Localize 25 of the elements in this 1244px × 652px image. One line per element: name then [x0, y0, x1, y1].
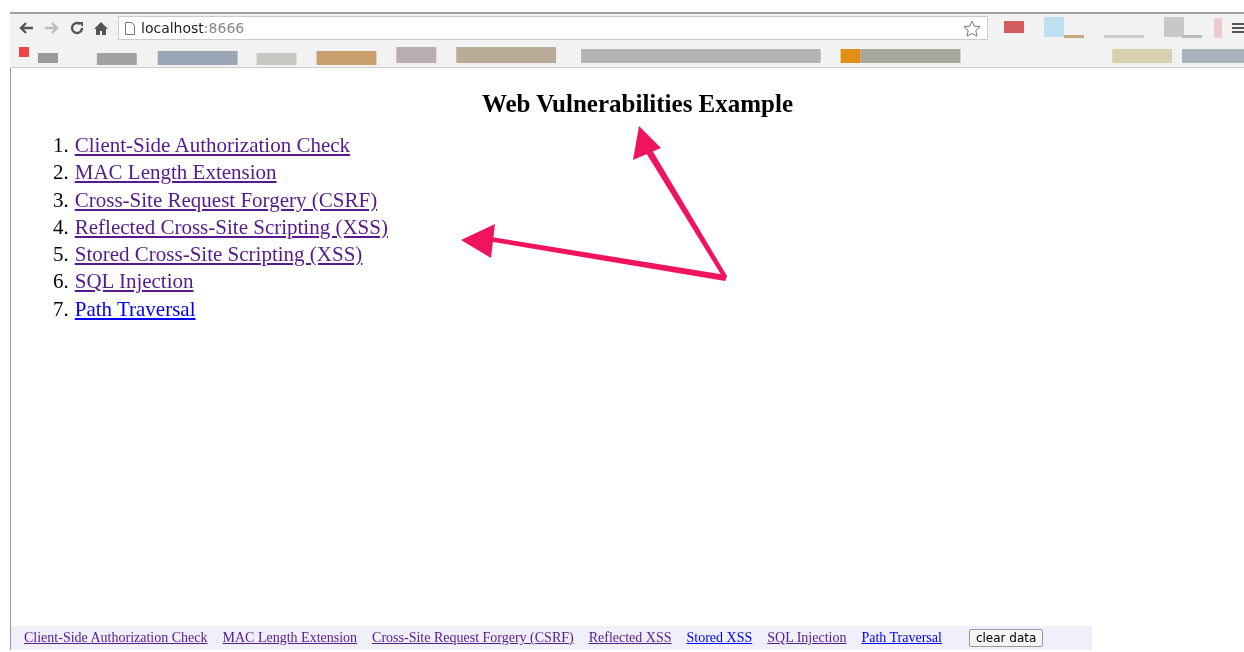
- list-number: 6.: [53, 268, 69, 296]
- list-number: 5.: [53, 241, 69, 269]
- page-title: Web Vulnerabilities Example: [481, 90, 794, 117]
- list-number: 4.: [53, 213, 69, 241]
- vulnerability-link[interactable]: Reflected Cross-Site Scripting (XSS): [74, 213, 388, 242]
- vulnerability-link[interactable]: Path Traversal: [74, 295, 196, 324]
- vulnerability-link[interactable]: Client-Side Authorization Check: [74, 132, 351, 160]
- clear-data-button[interactable]: clear data: [968, 629, 1044, 647]
- list-number: 1.: [53, 132, 69, 159]
- footer-link[interactable]: SQL Injection: [767, 630, 847, 646]
- address-bar[interactable]: localhost:8666: [118, 16, 988, 40]
- footer-link[interactable]: Client-Side Authorization Check: [24, 630, 208, 646]
- url-text: localhost:8666: [141, 20, 245, 36]
- footer-link[interactable]: Reflected XSS: [588, 630, 672, 646]
- list-number: 7.: [53, 295, 69, 323]
- vulnerability-link[interactable]: SQL Injection: [74, 268, 194, 296]
- vulnerability-link[interactable]: Cross-Site Request Forgery (CSRF): [74, 186, 378, 214]
- footer-link[interactable]: Stored XSS: [686, 630, 753, 646]
- footer-link[interactable]: Path Traversal: [861, 630, 942, 646]
- footer-link[interactable]: MAC Length Extension: [222, 630, 358, 646]
- list-number: 3.: [53, 186, 69, 214]
- vulnerability-link[interactable]: MAC Length Extension: [74, 159, 277, 187]
- vulnerability-link[interactable]: Stored Cross-Site Scripting (XSS): [74, 241, 363, 269]
- footer-link[interactable]: Cross-Site Request Forgery (CSRF): [372, 630, 574, 646]
- list-number: 2.: [53, 159, 69, 187]
